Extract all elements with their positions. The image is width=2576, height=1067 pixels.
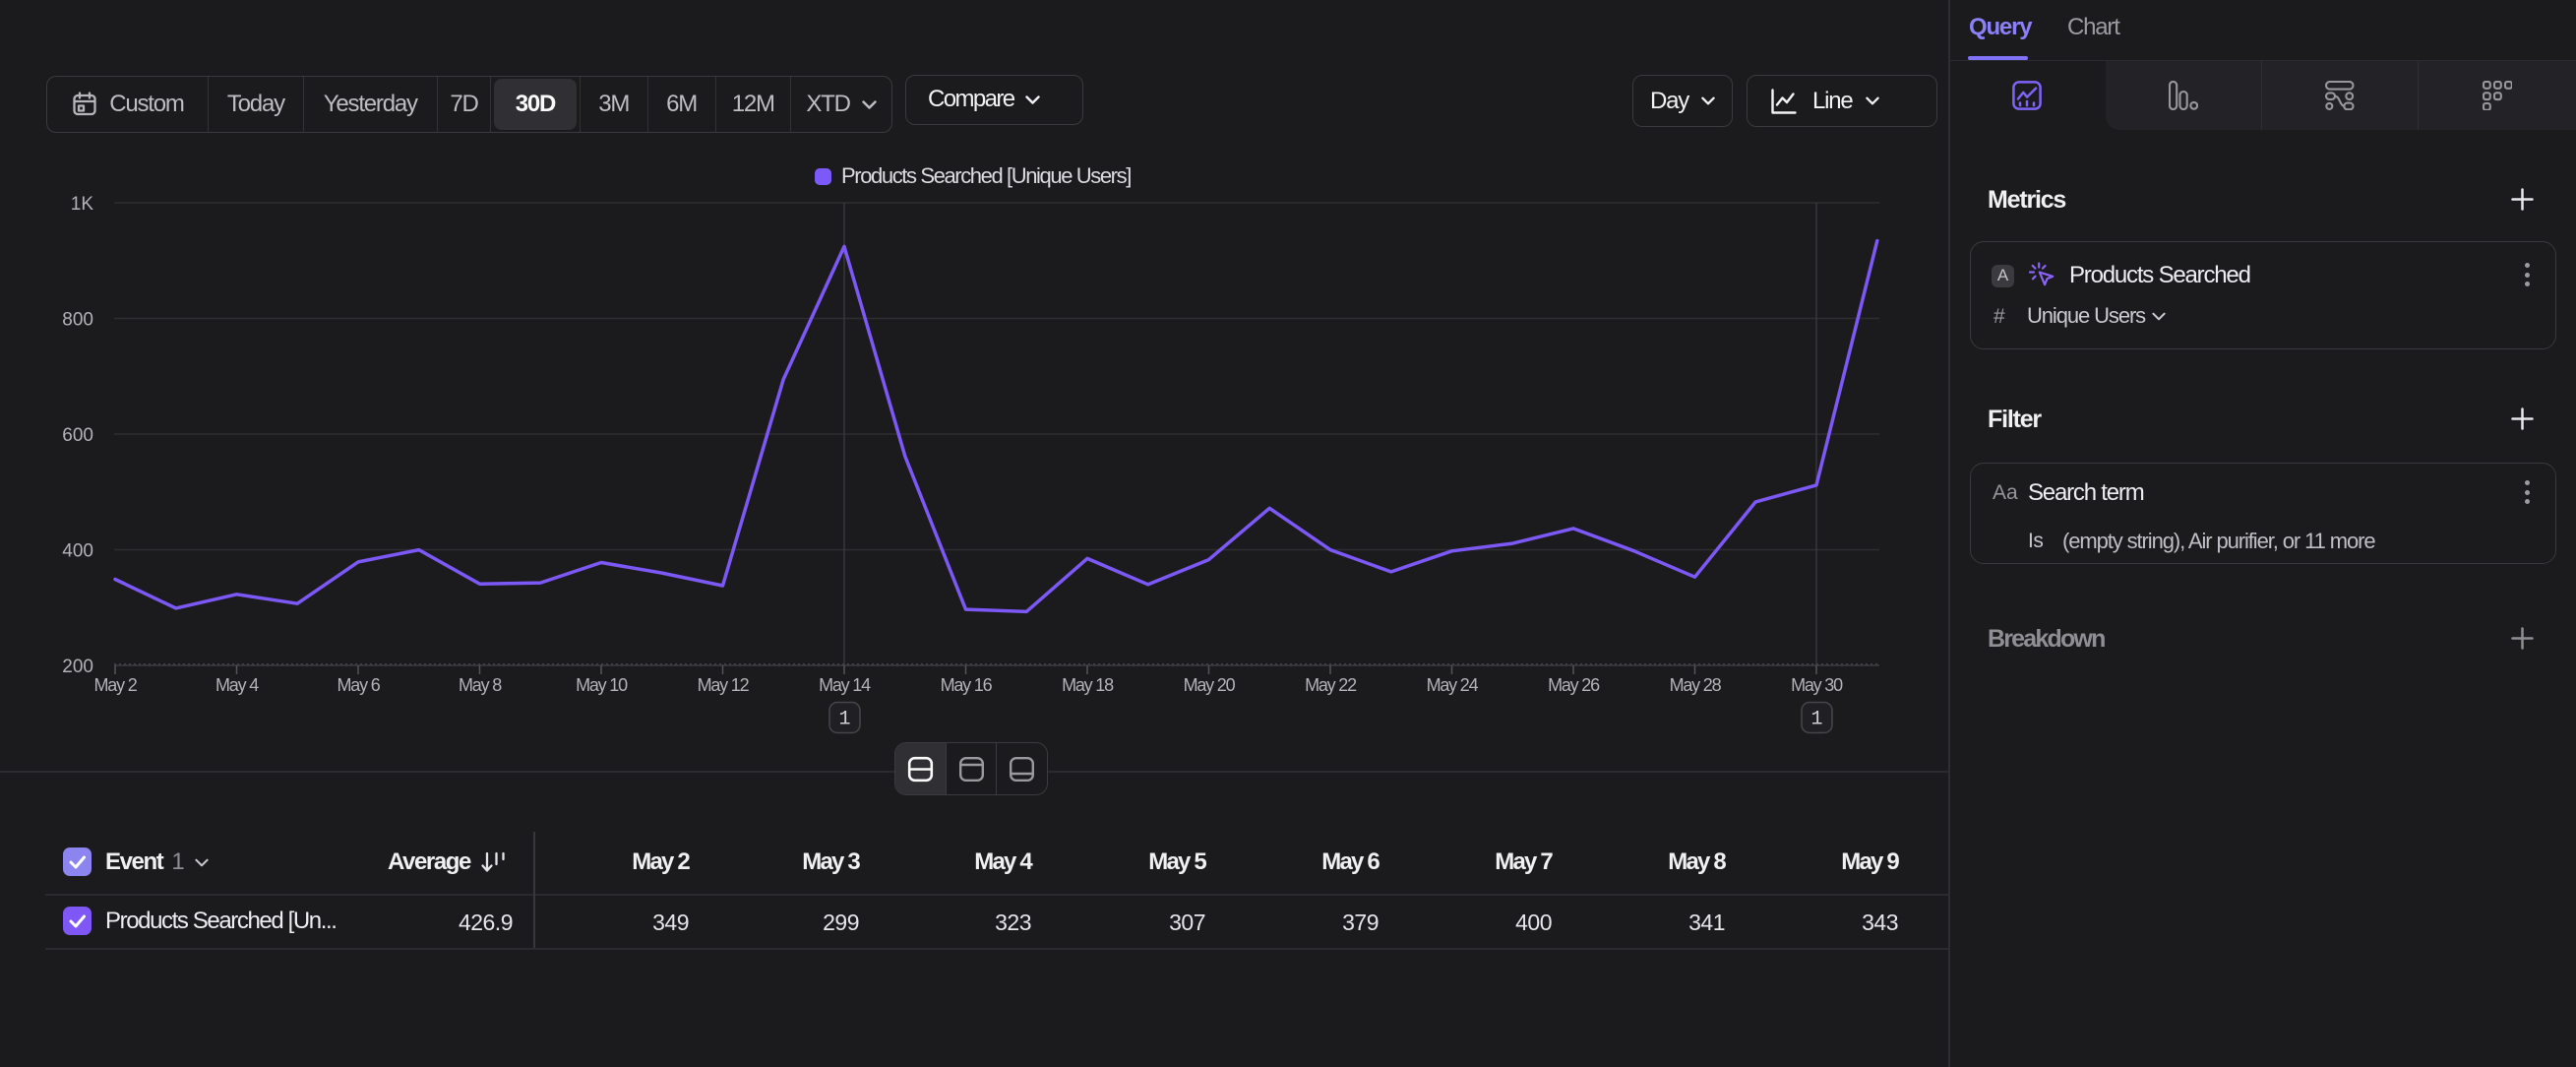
svg-text:May 22: May 22 — [1305, 675, 1357, 695]
svg-text:May 8: May 8 — [459, 675, 502, 695]
svg-text:May 4: May 4 — [215, 675, 259, 695]
svg-text:May 14: May 14 — [819, 675, 871, 695]
svg-text:1: 1 — [838, 709, 850, 731]
svg-text:May 28: May 28 — [1670, 675, 1722, 695]
svg-text:600: 600 — [62, 425, 93, 446]
svg-text:May 26: May 26 — [1548, 675, 1600, 695]
svg-text:200: 200 — [62, 657, 93, 677]
svg-text:May 2: May 2 — [93, 675, 137, 695]
svg-text:1K: 1K — [71, 194, 94, 215]
svg-text:May 30: May 30 — [1791, 675, 1843, 695]
svg-text:May 6: May 6 — [337, 675, 380, 695]
svg-text:May 16: May 16 — [941, 675, 993, 695]
svg-text:May 12: May 12 — [698, 675, 750, 695]
svg-text:May 18: May 18 — [1062, 675, 1114, 695]
svg-text:800: 800 — [62, 310, 93, 331]
svg-text:May 10: May 10 — [576, 675, 628, 695]
svg-text:400: 400 — [62, 541, 93, 562]
svg-text:May 20: May 20 — [1184, 675, 1236, 695]
svg-text:May 24: May 24 — [1427, 675, 1479, 695]
svg-text:1: 1 — [1810, 709, 1822, 731]
